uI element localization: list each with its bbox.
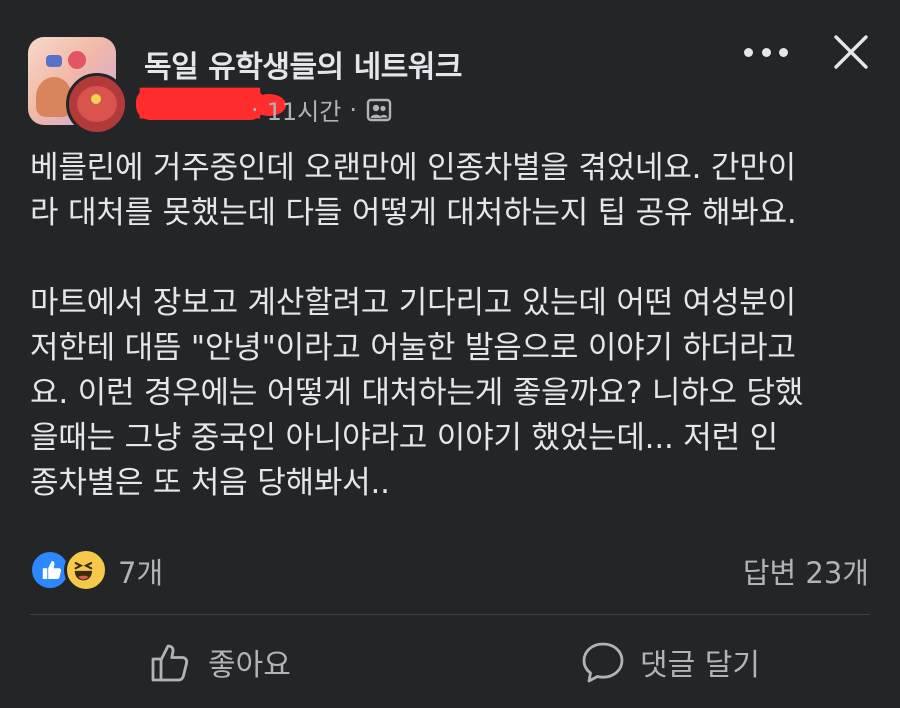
post-body: 베를린에 거주중인데 오랜만에 인종차별을 겪었네요. 간만이 라 대처를 못했…	[30, 146, 870, 506]
post-text-line: 라 대처를 못했는데 다들 어떻게 대처하는지 팁 공유 해봐요.	[30, 195, 797, 231]
comment-button-label: 댓글 달기	[640, 648, 760, 683]
like-button[interactable]: 좋아요	[148, 630, 291, 694]
comment-count[interactable]: 답변 23개	[743, 550, 869, 592]
meta-separator: ·	[349, 95, 357, 124]
reaction-count[interactable]: 7개	[118, 550, 163, 592]
like-button-label: 좋아요	[208, 648, 291, 683]
more-dots-icon	[744, 47, 753, 57]
post-text-line: 요. 이런 경우에는 어떻게 대처하는게 좋을까요? 니하오 당했	[30, 375, 804, 411]
post-text-line: 을때는 그냥 중국인 아니야라고 이야기 했었는데... 저런 인	[30, 420, 778, 456]
meta-separator: ·	[251, 95, 259, 124]
close-icon[interactable]	[832, 33, 870, 71]
post-text-line: 종차별은 또 처음 당해봐서..	[30, 465, 390, 501]
members-icon	[366, 98, 392, 121]
comment-button[interactable]: 댓글 달기	[580, 630, 760, 694]
post-card: 독일 유학생들의 네트워크 ██████ · 11시간 · 베를린에 거주중인데…	[0, 0, 900, 708]
group-name[interactable]: 독일 유학생들의 네트워크	[144, 42, 463, 86]
reaction-summary[interactable]	[30, 548, 112, 592]
post-text-line: 마트에서 장보고 계산할려고 기다리고 있는데 어떤 여성분이	[30, 285, 796, 321]
post-timestamp[interactable]: 11시간	[267, 92, 342, 127]
post-text-line: 베를린에 거주중인데 오랜만에 인종차별을 겪었네요. 간만이	[30, 150, 796, 186]
author-avatar[interactable]	[66, 73, 128, 135]
comment-bubble-icon	[582, 642, 624, 683]
post-text-line: 저한테 대뜸 "안녕"이라고 어눌한 발음으로 이야기 하더라고	[30, 330, 796, 366]
post-meta: · 11시간 ·	[243, 92, 393, 127]
thumbs-up-icon	[151, 644, 189, 682]
divider	[30, 614, 870, 615]
more-options-button[interactable]	[744, 40, 788, 64]
haha-reaction-icon	[64, 548, 108, 592]
